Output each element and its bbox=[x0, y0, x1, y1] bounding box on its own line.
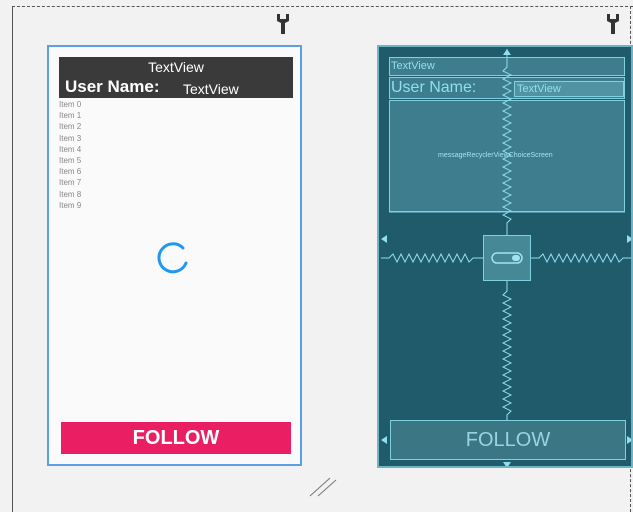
user-name-label: User Name: bbox=[65, 77, 160, 96]
follow-button[interactable]: FOLLOW bbox=[61, 422, 291, 454]
canvas-top-border bbox=[12, 6, 633, 7]
progress-spinner-icon bbox=[157, 242, 188, 274]
resize-handle-icon[interactable] bbox=[308, 474, 338, 498]
wrench-icon[interactable] bbox=[606, 13, 620, 35]
list-item: Item 4 bbox=[59, 144, 82, 154]
wrench-icon[interactable] bbox=[276, 13, 290, 35]
blueprint-preview[interactable]: TextView User Name: TextView messageRecy… bbox=[377, 45, 633, 468]
list-item: Item 5 bbox=[59, 155, 82, 165]
list-item: Item 6 bbox=[59, 167, 82, 177]
list-item: Item 2 bbox=[59, 122, 82, 132]
list-item: Item 9 bbox=[59, 200, 82, 210]
header-title: TextView bbox=[148, 59, 204, 75]
list-item: Item 7 bbox=[59, 178, 82, 188]
list-item: Item 1 bbox=[59, 111, 82, 121]
blueprint-progress-bar[interactable] bbox=[483, 235, 531, 281]
header-bar[interactable]: TextView User Name: TextView bbox=[59, 57, 293, 98]
canvas-left-border bbox=[12, 6, 13, 512]
message-list[interactable]: Item 0 Item 1 Item 2 Item 3 Item 4 Item … bbox=[59, 99, 81, 211]
user-name-value: TextView bbox=[183, 81, 239, 97]
list-item: Item 3 bbox=[59, 133, 82, 143]
progress-placeholder-icon bbox=[491, 252, 523, 264]
blueprint-follow-button[interactable]: FOLLOW bbox=[390, 420, 626, 460]
list-item: Item 8 bbox=[59, 189, 82, 199]
design-preview[interactable]: TextView User Name: TextView Item 0 Item… bbox=[47, 45, 302, 466]
list-item: Item 0 bbox=[59, 100, 82, 109]
